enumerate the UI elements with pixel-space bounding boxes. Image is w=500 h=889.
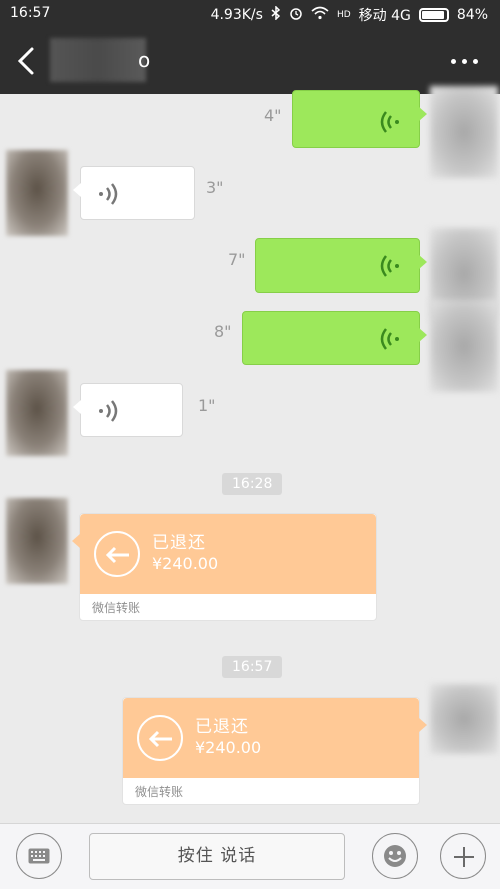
voice-wave-icon — [377, 326, 401, 352]
status-time: 16:57 — [10, 5, 51, 21]
transfer-amount: ¥240.00 — [195, 738, 262, 757]
my-avatar[interactable] — [430, 86, 498, 178]
battery-percent: 84% — [456, 7, 488, 23]
voice-wave-icon — [377, 253, 401, 279]
title-bar: о — [0, 28, 500, 94]
bluetooth-icon — [271, 5, 281, 24]
plus-icon[interactable] — [440, 833, 486, 879]
voice-duration: 1" — [198, 396, 216, 415]
contact-name-suffix: о — [138, 48, 151, 72]
transfer-label: 微信转账 — [135, 785, 184, 799]
voice-message-received[interactable] — [73, 383, 183, 437]
back-arrow-icon[interactable] — [16, 46, 38, 76]
transfer-status: 已退还 — [152, 533, 206, 553]
voice-message-received[interactable] — [73, 166, 195, 220]
transfer-label: 微信转账 — [92, 601, 141, 615]
voice-message-sent[interactable] — [255, 238, 427, 293]
alarm-icon — [289, 6, 303, 24]
emoji-icon[interactable] — [372, 833, 418, 879]
voice-message-sent[interactable] — [292, 90, 427, 148]
network-speed: 4.93K/s — [210, 7, 263, 23]
transfer-card[interactable]: 已退还 ¥240.00 微信转账 — [72, 513, 377, 621]
return-arrow-icon — [137, 715, 183, 761]
hd-icon: HD — [336, 10, 351, 20]
input-bar: 按住 说话 — [0, 823, 500, 889]
keyboard-icon[interactable] — [16, 833, 62, 879]
carrier-label: 移动 4G — [358, 8, 411, 24]
voice-duration: 4" — [264, 106, 282, 125]
wifi-icon — [311, 6, 329, 24]
hold-to-talk-button[interactable]: 按住 说话 — [89, 833, 345, 880]
transfer-amount: ¥240.00 — [152, 554, 219, 573]
my-avatar[interactable] — [430, 684, 498, 754]
more-options-icon[interactable] — [451, 59, 478, 64]
voice-wave-icon — [97, 181, 121, 207]
timestamp: 16:28 — [222, 473, 283, 495]
transfer-card[interactable]: 已退还 ¥240.00 微信转账 — [122, 697, 427, 805]
status-bar: 16:57 4.93K/s HD 移动 4G 84% — [0, 0, 500, 28]
return-arrow-icon — [94, 531, 140, 577]
my-avatar[interactable] — [430, 300, 498, 392]
voice-duration: 3" — [206, 178, 224, 197]
voice-wave-icon — [377, 109, 401, 135]
contact-avatar[interactable] — [6, 498, 68, 584]
voice-message-sent[interactable] — [242, 311, 427, 365]
timestamp: 16:57 — [222, 656, 283, 678]
battery-icon — [418, 8, 449, 22]
transfer-status: 已退还 — [195, 717, 249, 737]
contact-avatar[interactable] — [6, 150, 68, 236]
contact-name-blurred — [50, 38, 146, 82]
voice-duration: 7" — [228, 250, 246, 269]
contact-avatar[interactable] — [6, 370, 68, 456]
voice-duration: 8" — [214, 322, 232, 341]
voice-wave-icon — [97, 398, 121, 424]
